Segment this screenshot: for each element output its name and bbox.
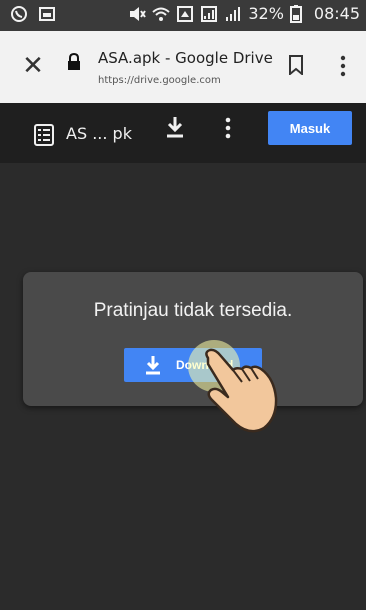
battery-icon xyxy=(289,4,308,23)
file-list-icon xyxy=(34,124,54,150)
notification-icon xyxy=(176,5,194,23)
gallery-icon xyxy=(38,5,56,23)
browser-tab-bar: ✕ ASA.apk - Google Drive https://drive.g… xyxy=(0,31,366,103)
close-icon[interactable]: ✕ xyxy=(20,53,46,79)
page-title: ASA.apk - Google Drive xyxy=(98,49,273,67)
signal-icon xyxy=(200,5,218,23)
download-icon[interactable] xyxy=(164,115,186,139)
preview-unavailable-message: Pratinjau tidak tersedia. xyxy=(93,300,293,321)
wifi-icon xyxy=(152,5,170,23)
page-url: https://drive.google.com xyxy=(98,75,221,86)
more-menu-icon[interactable] xyxy=(340,55,346,77)
preview-unavailable-card xyxy=(23,272,363,406)
lock-icon xyxy=(66,52,82,71)
file-name: AS ... pk xyxy=(66,124,132,143)
more-options-icon[interactable] xyxy=(225,117,231,139)
download-icon xyxy=(144,355,162,375)
signal-strength-icon xyxy=(224,5,242,23)
bookmark-icon[interactable] xyxy=(288,55,304,77)
clock: 08:45 xyxy=(313,4,360,23)
battery-percent: 32% xyxy=(248,4,284,23)
whatsapp-icon xyxy=(10,5,28,23)
sign-in-button[interactable]: Masuk xyxy=(268,111,352,145)
mute-icon xyxy=(128,5,147,23)
status-bar: 32% 08:45 xyxy=(0,0,366,31)
pointing-hand-icon xyxy=(198,340,288,439)
